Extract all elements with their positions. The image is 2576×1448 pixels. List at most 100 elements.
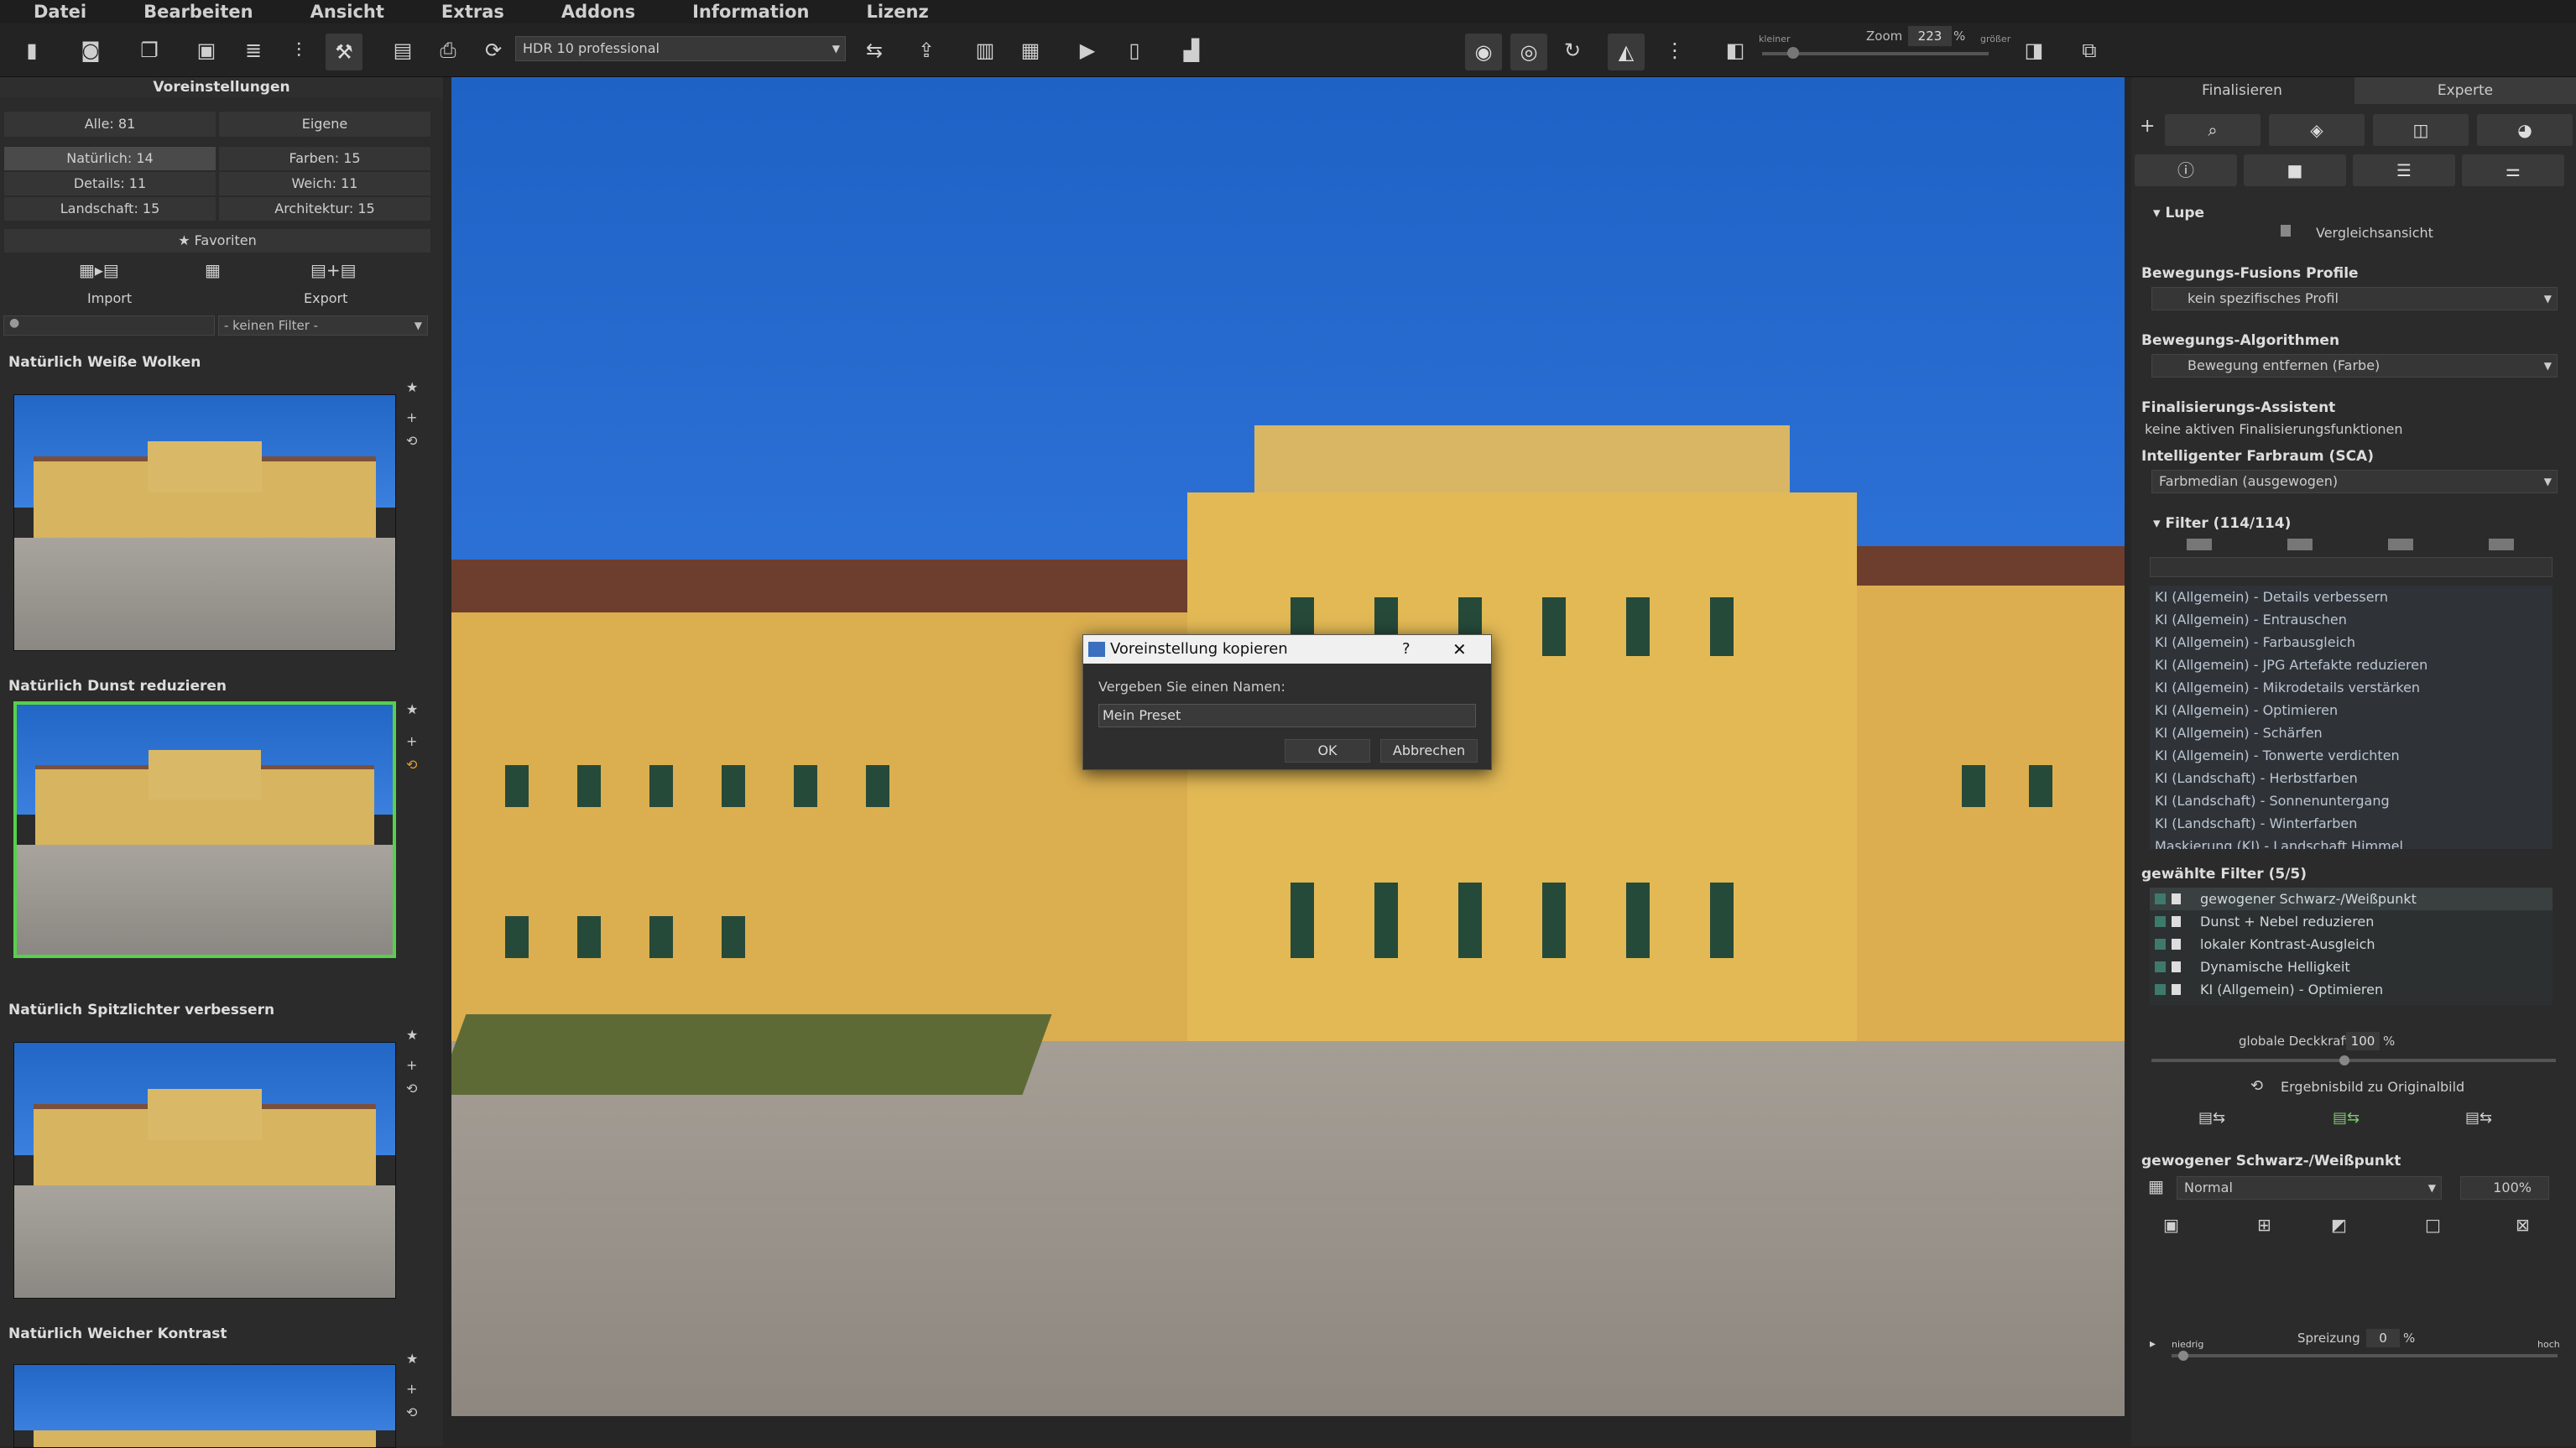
preset-filter-select[interactable]: - keinen Filter - ▼ <box>218 315 428 336</box>
selected-filter-item[interactable]: Dynamische Helligkeit <box>2150 956 2553 978</box>
merge-icon[interactable]: ▤⇆ <box>2198 1109 2225 1127</box>
filter-list[interactable]: KI (Allgemein) - Details verbessern KI (… <box>2150 586 2553 849</box>
preview-icon[interactable]: ◉ <box>1465 34 1502 70</box>
list-item[interactable]: KI (Landschaft) - Sonnenuntergang <box>2150 789 2553 812</box>
preset-search-input[interactable]: ● <box>3 315 215 336</box>
blend-amount-input[interactable]: 100% <box>2460 1176 2549 1200</box>
enable-checkbox[interactable] <box>2155 961 2166 972</box>
color-wheel-icon[interactable]: ◕ <box>2477 114 2573 146</box>
filter-all-button[interactable]: Alle: 81 <box>3 111 216 138</box>
filter-soft-button[interactable]: Weich: 11 <box>218 171 431 196</box>
preset-thumbnail-selected[interactable] <box>13 701 396 958</box>
spread-value-input[interactable]: 0 <box>2366 1329 2400 1347</box>
selected-filter-item[interactable]: KI (Allgemein) - Optimieren <box>2150 978 2553 1001</box>
list-item[interactable]: KI (Allgemein) - Farbausgleich <box>2150 631 2553 654</box>
spread-slider-handle[interactable] <box>2178 1351 2188 1361</box>
zoom-slider-handle[interactable] <box>1787 47 1799 59</box>
merge-alt-icon[interactable]: ▤⇆ <box>2465 1109 2492 1127</box>
compare-icon[interactable]: ◎ <box>1510 34 1547 70</box>
filter-natural-button[interactable]: Natürlich: 14 <box>3 146 216 171</box>
selected-filters-list[interactable]: gewogener Schwarz-/Weißpunkt Dunst + Neb… <box>2150 888 2553 1005</box>
filter-search-input[interactable] <box>2150 557 2553 577</box>
add-icon[interactable]: + <box>406 1057 417 1073</box>
preset-select[interactable]: HDR 10 professional ▼ <box>515 36 846 61</box>
sca-select[interactable]: Farbmedian (ausgewogen) ▼ <box>2151 470 2558 493</box>
bw-tool-icon[interactable]: ▣ <box>2163 1215 2179 1235</box>
grid-icon[interactable]: ▦ <box>205 260 221 280</box>
filter-category-icon[interactable] <box>2489 539 2514 550</box>
list-item[interactable]: KI (Allgemein) - Optimieren <box>2150 699 2553 721</box>
cancel-button[interactable]: Abbrechen <box>1380 739 1478 763</box>
menu-addons[interactable]: Addons <box>528 0 659 23</box>
selected-filter-item[interactable]: Dunst + Nebel reduzieren <box>2150 910 2553 933</box>
blend-mode-select[interactable]: Normal ▼ <box>2177 1176 2442 1200</box>
algorithm-select[interactable]: Bewegung entfernen (Farbe) ▼ <box>2151 354 2558 378</box>
layers-icon[interactable]: ◈ <box>2269 114 2365 146</box>
list-item[interactable]: KI (Landschaft) - Herbstfarben <box>2150 767 2553 789</box>
play-icon[interactable]: ▶ <box>1072 35 1103 65</box>
preset-thumbnail[interactable] <box>13 1042 396 1299</box>
zoom-out-icon[interactable]: ◧ <box>1720 35 1750 65</box>
spread-slider[interactable] <box>2172 1354 2558 1357</box>
enable-checkbox[interactable] <box>2155 893 2166 904</box>
ok-button[interactable]: OK <box>1285 739 1370 763</box>
image-icon[interactable]: ▣ <box>191 35 222 65</box>
menu-ansicht[interactable]: Ansicht <box>277 0 408 23</box>
preset-name-input[interactable]: Mein Preset <box>1098 704 1476 727</box>
favorite-star-icon[interactable]: ★ <box>406 1351 418 1367</box>
zoom-value-input[interactable]: 223 <box>1908 26 1952 46</box>
menu-information[interactable]: Information <box>659 0 832 23</box>
fusion-profile-select[interactable]: kein spezifisches Profil ▼ <box>2151 287 2558 310</box>
list-item[interactable]: KI (Landschaft) - Winterfarben <box>2150 812 2553 835</box>
tools-icon[interactable]: ⚒ <box>326 34 362 70</box>
opacity-slider-handle[interactable] <box>2339 1055 2349 1065</box>
lupe-section[interactable]: ▾ Lupe <box>2153 205 2204 221</box>
share-icon[interactable]: ⇪ <box>911 35 941 65</box>
add-icon[interactable]: + <box>406 409 417 425</box>
adjust-icon[interactable]: ⫶ <box>284 35 314 65</box>
import-icon[interactable]: ▦▸▤ <box>79 260 119 280</box>
preset-thumbnail[interactable] <box>13 394 396 651</box>
favorite-star-icon[interactable]: ★ <box>406 1027 418 1043</box>
print-icon[interactable]: ⎙ <box>433 35 463 65</box>
crop-icon[interactable]: ⧉ <box>2074 35 2104 65</box>
list-item[interactable]: KI (Allgemein) - Mikrodetails verstärken <box>2150 676 2553 699</box>
help-icon[interactable]: ? <box>1402 635 1411 664</box>
list-item[interactable]: KI (Allgemein) - Tonwerte verdichten <box>2150 744 2553 767</box>
filter-category-icon[interactable] <box>2388 539 2413 550</box>
info-icon[interactable]: ⓘ <box>2135 154 2237 186</box>
merge-green-icon[interactable]: ▤⇆ <box>2333 1109 2360 1127</box>
save-icon[interactable]: ▤ <box>388 35 418 65</box>
split-view-icon[interactable]: ◭ <box>1608 34 1645 70</box>
copy-preset-icon[interactable]: ⟲ <box>406 433 417 449</box>
filter-colors-button[interactable]: Farben: 15 <box>218 146 431 171</box>
batch-icon[interactable]: ▥ <box>970 35 1000 65</box>
selected-filter-item[interactable]: gewogener Schwarz-/Weißpunkt <box>2150 888 2553 910</box>
film-icon[interactable]: ▦ <box>1015 35 1046 65</box>
menu-bearbeiten[interactable]: Bearbeiten <box>110 0 276 23</box>
favorites-button[interactable]: ★ Favoriten <box>3 228 431 253</box>
histogram-icon[interactable]: ▟ <box>1176 35 1207 65</box>
menu-extras[interactable]: Extras <box>408 0 528 23</box>
enable-checkbox[interactable] <box>2155 939 2166 950</box>
zoom-in-icon[interactable]: ◨ <box>2019 35 2049 65</box>
filter-category-icon[interactable] <box>2287 539 2313 550</box>
copy-preset-icon[interactable]: ⟲ <box>406 1404 417 1420</box>
trash-icon[interactable]: ▯ <box>1119 35 1150 65</box>
copy-icon[interactable]: ❐ <box>134 35 164 65</box>
list-item[interactable]: KI (Allgemein) - Details verbessern <box>2150 586 2553 608</box>
filter-own-button[interactable]: Eigene <box>218 111 431 138</box>
enable-checkbox[interactable] <box>2155 984 2166 995</box>
redo-icon[interactable]: ↻ <box>1557 35 1588 65</box>
new-file-icon[interactable]: ▮ <box>17 35 47 65</box>
add-icon[interactable]: + <box>406 1381 417 1397</box>
expand-arrow-icon[interactable]: ▸ <box>2150 1337 2156 1351</box>
list-item[interactable]: KI (Allgemein) - Schärfen <box>2150 721 2553 744</box>
list-item[interactable]: Maskierung (KI) - Landschaft Himmel <box>2150 835 2553 849</box>
export-button[interactable]: Export <box>304 290 347 306</box>
swap-icon[interactable]: ⟲ <box>2250 1077 2263 1095</box>
tab-expert[interactable]: Experte <box>2354 77 2576 104</box>
add-icon[interactable]: + <box>406 733 417 749</box>
dialog-titlebar[interactable]: Voreinstellung kopieren ? ✕ <box>1083 635 1491 664</box>
list-item[interactable]: KI (Allgemein) - Entrauschen <box>2150 608 2553 631</box>
